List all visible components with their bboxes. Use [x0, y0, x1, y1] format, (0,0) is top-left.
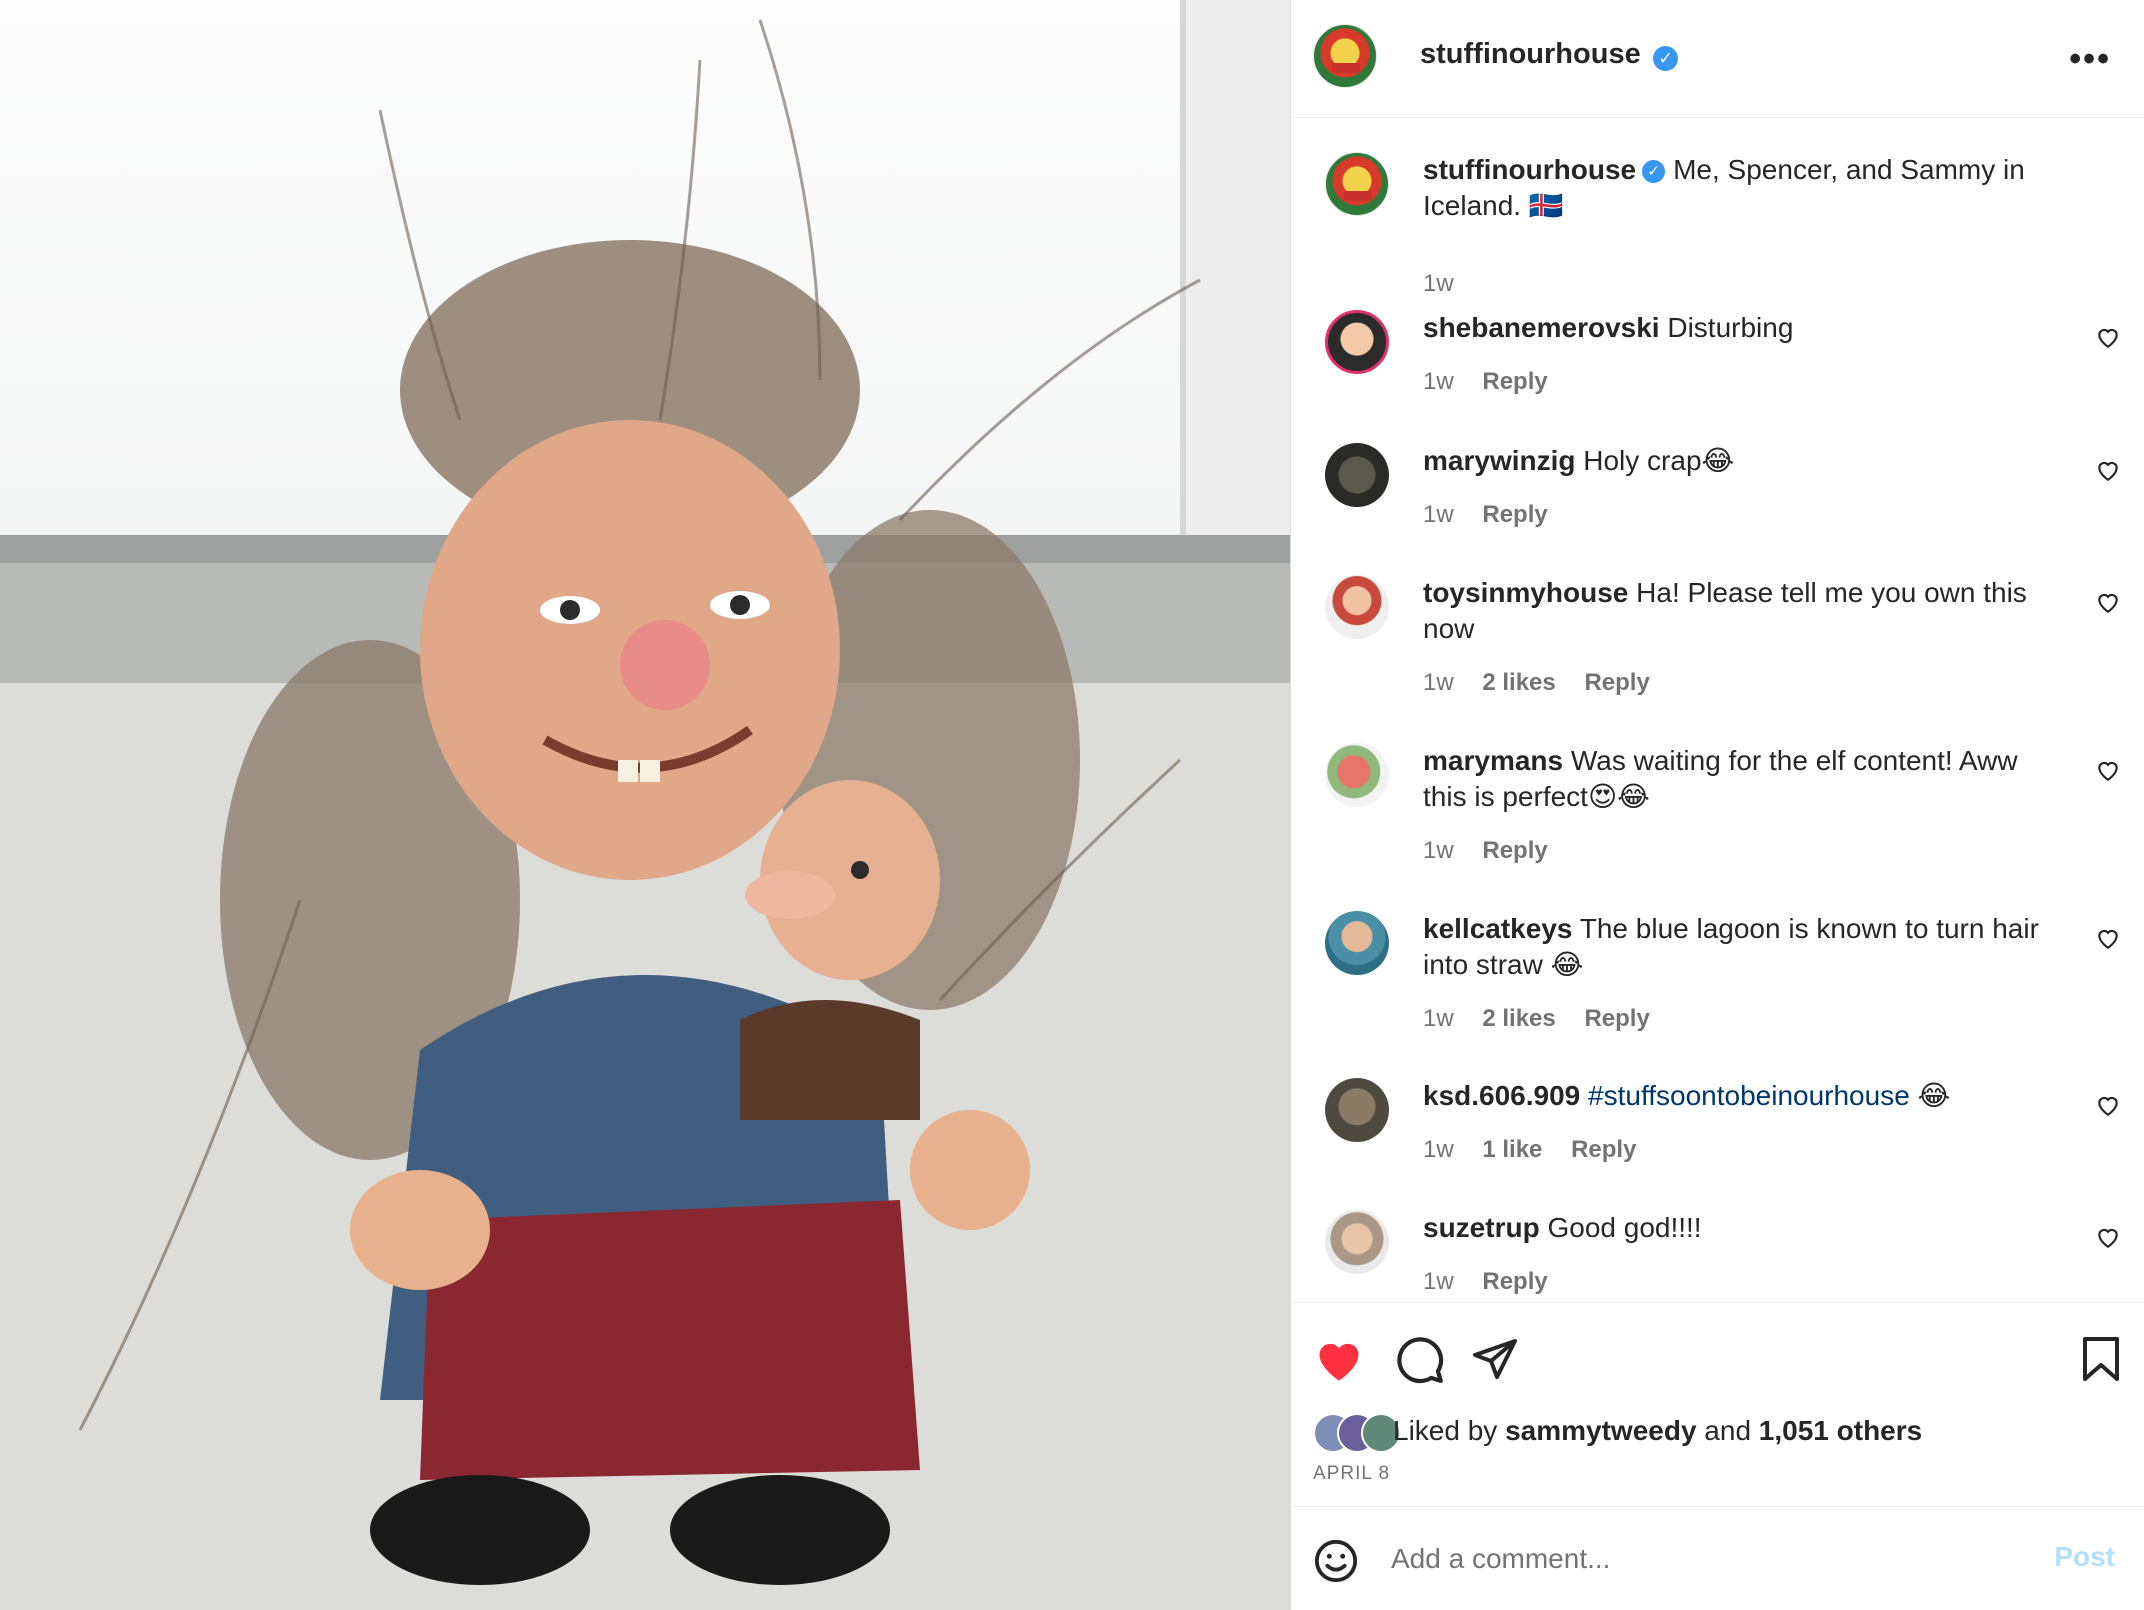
author-username[interactable]: stuffinourhouse — [1420, 38, 1641, 70]
reply-button[interactable]: Reply — [1584, 669, 1649, 696]
like-comment-heart-icon[interactable] — [2095, 589, 2121, 615]
comment-meta: 1w 2 likes Reply — [1423, 669, 1672, 697]
caption-time: 1w — [1423, 270, 1454, 297]
commenter-avatar[interactable] — [1325, 443, 1389, 507]
add-comment-input[interactable] — [1391, 1537, 2011, 1581]
caption-username[interactable]: stuffinourhouse — [1423, 154, 1636, 185]
author-avatar[interactable] — [1313, 24, 1377, 88]
comment-bubble-icon[interactable] — [1395, 1335, 1445, 1385]
likes-middle: and — [1696, 1415, 1759, 1446]
comment-username[interactable]: shebanemerovski — [1423, 312, 1660, 343]
comment-text: Good god!!!! — [1547, 1212, 1702, 1243]
comment-username[interactable]: ksd.606.909 — [1423, 1080, 1580, 1111]
like-comment-heart-icon[interactable] — [2095, 1224, 2121, 1250]
comment-meta: 1w Reply — [1423, 368, 1570, 396]
comment-meta: 1w Reply — [1423, 837, 1570, 865]
likes-summary[interactable]: Liked by sammytweedy and 1,051 others — [1393, 1415, 1922, 1447]
comment-time: 1w — [1423, 1268, 1454, 1295]
post-actions: Liked by sammytweedy and 1,051 others AP… — [1291, 1302, 2144, 1506]
comment-time: 1w — [1423, 669, 1454, 696]
comment-username[interactable]: marywinzig — [1423, 445, 1575, 476]
likes-count[interactable]: 1,051 others — [1759, 1415, 1922, 1446]
comment-body: kellcatkeys The blue lagoon is known to … — [1423, 911, 2063, 983]
reply-button[interactable]: Reply — [1482, 1268, 1547, 1295]
comment-username[interactable]: toysinmyhouse — [1423, 577, 1628, 608]
comment-text: Holy crap😂 — [1583, 445, 1735, 476]
reply-button[interactable]: Reply — [1571, 1136, 1636, 1163]
like-comment-heart-icon[interactable] — [2095, 457, 2121, 483]
liker-username[interactable]: sammytweedy — [1505, 1415, 1696, 1446]
more-options-button[interactable]: ••• — [2069, 40, 2111, 79]
commenter-avatar[interactable] — [1325, 1078, 1389, 1142]
comment-body: suzetrup Good god!!!! — [1423, 1210, 2063, 1246]
comment-body: marymans Was waiting for the elf content… — [1423, 743, 2063, 815]
post-comment-button[interactable]: Post — [2054, 1541, 2115, 1573]
comment-likes[interactable]: 1 like — [1482, 1136, 1542, 1163]
comment-body: marywinzig Holy crap😂 — [1423, 443, 2063, 479]
commenter-avatar[interactable] — [1325, 575, 1389, 639]
comment-username[interactable]: marymans — [1423, 745, 1563, 776]
reply-button[interactable]: Reply — [1482, 368, 1547, 395]
comment-time: 1w — [1423, 368, 1454, 395]
comment-text: 😂 — [1909, 1080, 1951, 1111]
comment-body: ksd.606.909 #stuffsoontobeinourhouse 😂 — [1423, 1078, 2063, 1114]
comment-likes[interactable]: 2 likes — [1482, 669, 1555, 696]
comment-time: 1w — [1423, 501, 1454, 528]
author-name-wrap: stuffinourhouse ✓ — [1420, 38, 1679, 72]
comment-username[interactable]: kellcatkeys — [1423, 913, 1572, 944]
caption-body: stuffinourhouse ✓ Me, Spencer, and Sammy i… — [1423, 152, 2063, 224]
comment-time: 1w — [1423, 1005, 1454, 1032]
comment-time: 1w — [1423, 1136, 1454, 1163]
post-header: stuffinourhouse ✓ ••• — [1291, 0, 2144, 118]
caption-avatar[interactable] — [1325, 152, 1389, 216]
reply-button[interactable]: Reply — [1482, 501, 1547, 528]
comment-text: Disturbing — [1667, 312, 1794, 343]
comment-likes[interactable]: 2 likes — [1482, 1005, 1555, 1032]
like-comment-heart-icon[interactable] — [2095, 324, 2121, 350]
comment-body: shebanemerovski Disturbing — [1423, 310, 2063, 346]
like-heart-icon[interactable] — [1313, 1335, 1365, 1383]
reply-button[interactable]: Reply — [1482, 837, 1547, 864]
like-comment-heart-icon[interactable] — [2095, 925, 2121, 951]
caption-meta: 1w — [1423, 270, 1476, 298]
post-date: APRIL 8 — [1313, 1463, 1391, 1484]
comment-meta: 1w 2 likes Reply — [1423, 1005, 1672, 1033]
emoji-smiley-icon[interactable] — [1313, 1538, 1359, 1584]
comment-meta: 1w 1 like Reply — [1423, 1136, 1658, 1164]
commenter-avatar[interactable] — [1325, 743, 1389, 807]
comment-meta: 1w Reply — [1423, 501, 1570, 529]
post-photo[interactable] — [0, 0, 1290, 1610]
comments-scroll[interactable]: stuffinourhouse ✓ Me, Spencer, and Sammy i… — [1291, 119, 2144, 1302]
commenter-avatar[interactable] — [1325, 911, 1389, 975]
comment-hashtag-link[interactable]: #stuffsoontobeinourhouse — [1588, 1080, 1910, 1111]
comment-time: 1w — [1423, 837, 1454, 864]
comment-composer: Post — [1291, 1506, 2144, 1610]
reply-button[interactable]: Reply — [1584, 1005, 1649, 1032]
troll-figurine-image — [0, 0, 1290, 1610]
comment-username[interactable]: suzetrup — [1423, 1212, 1540, 1243]
commenter-avatar[interactable] — [1325, 310, 1389, 374]
likes-prefix: Liked by — [1393, 1415, 1506, 1446]
share-paper-plane-icon[interactable] — [1471, 1335, 1519, 1383]
comment-meta: 1w Reply — [1423, 1268, 1570, 1296]
like-comment-heart-icon[interactable] — [2095, 1092, 2121, 1118]
save-bookmark-icon[interactable] — [2081, 1335, 2121, 1383]
verified-badge-icon: ✓ — [1642, 160, 1666, 184]
instagram-post: stuffinourhouse ✓ ••• stuffinourhouse ✓ Me… — [0, 0, 2144, 1610]
comment-body: toysinmyhouse Ha! Please tell me you own… — [1423, 575, 2063, 647]
commenter-avatar[interactable] — [1325, 1210, 1389, 1274]
verified-badge-icon: ✓ — [1653, 46, 1679, 72]
like-comment-heart-icon[interactable] — [2095, 757, 2121, 783]
post-sidebar: stuffinourhouse ✓ ••• stuffinourhouse ✓ Me… — [1290, 0, 2144, 1610]
